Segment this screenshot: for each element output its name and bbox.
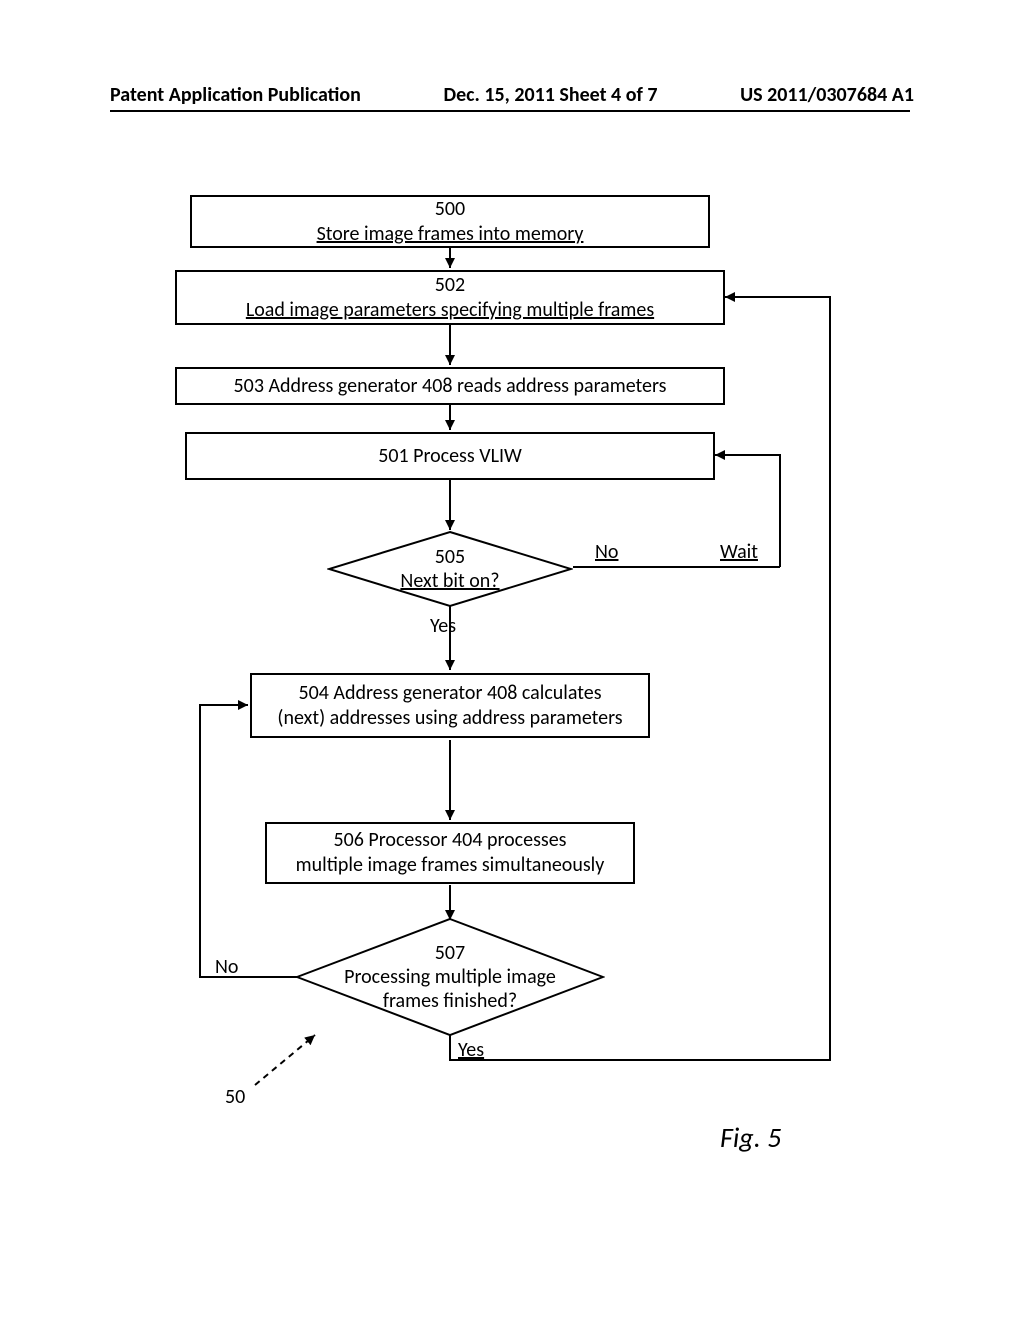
step-503-text: 503 Address generator 408 reads address … [234, 374, 667, 399]
step-500-text: Store image frames into memory [317, 222, 584, 247]
step-501-text: 501 Process VLIW [378, 444, 522, 469]
edge-505-yes: Yes [430, 614, 456, 638]
step-506-process-frames: 506 Processor 404 processes multiple ima… [265, 822, 635, 884]
step-502-text: Load image parameters specifying multipl… [246, 298, 654, 323]
step-506-text2: multiple image frames simultaneously [296, 853, 605, 878]
edge-505-no: No [595, 540, 618, 564]
decision-507-finished: 507 Processing multiple image frames fin… [295, 917, 605, 1037]
figure-label: Fig. 5 [720, 1120, 781, 1155]
edge-507-yes: Yes [458, 1038, 484, 1062]
step-502-load-params: 502 Load image parameters specifying mul… [175, 270, 725, 325]
step-501-process-vliw: 501 Process VLIW [185, 432, 715, 480]
ref-50: 50 [225, 1085, 245, 1109]
step-500-store-frames: 500 Store image frames into memory [190, 195, 710, 248]
step-504-calc-addresses: 504 Address generator 408 calculates (ne… [250, 673, 650, 738]
flowchart: 500 Store image frames into memory 502 L… [0, 0, 1024, 1320]
decision-505-next-bit-on: 505 Next bit on? [327, 530, 573, 608]
step-502-num: 502 [435, 273, 465, 298]
edge-507-no: No [215, 955, 238, 979]
step-506-text1: 506 Processor 404 processes [333, 828, 566, 853]
step-504-text2: (next) addresses using address parameter… [277, 706, 622, 731]
step-504-text1: 504 Address generator 408 calculates [298, 681, 601, 706]
edge-505-wait: Wait [720, 540, 758, 564]
step-500-num: 500 [435, 197, 465, 222]
step-503-read-address-params: 503 Address generator 408 reads address … [175, 367, 725, 405]
